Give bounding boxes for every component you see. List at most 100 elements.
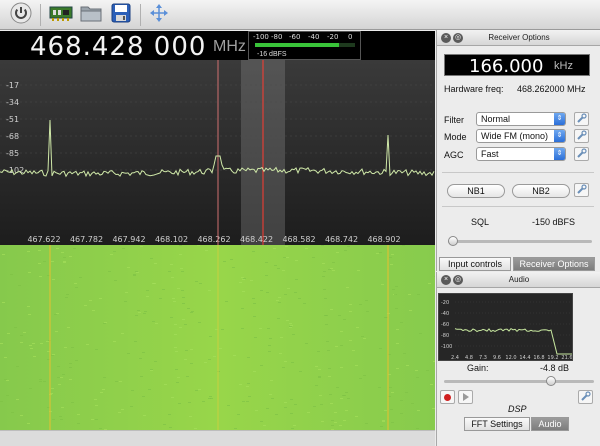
waterfall-noise-speck bbox=[336, 387, 339, 388]
waterfall-noise-speck bbox=[430, 384, 433, 385]
waterfall-noise-speck bbox=[381, 284, 384, 285]
nb1-button[interactable]: NB1 bbox=[447, 184, 505, 198]
spectrum-y-tick-label: -34 bbox=[6, 98, 19, 107]
tab-audio[interactable]: Audio bbox=[531, 417, 569, 431]
waterfall-noise-speck bbox=[345, 410, 348, 411]
waterfall-noise-speck bbox=[239, 384, 242, 385]
waterfall-canvas[interactable] bbox=[0, 245, 435, 430]
waterfall-noise-speck bbox=[121, 333, 124, 334]
waterfall-noise-speck bbox=[276, 300, 279, 301]
waterfall-noise-speck bbox=[134, 341, 137, 342]
waterfall-noise-speck bbox=[340, 398, 343, 399]
waterfall-noise-speck bbox=[340, 367, 343, 368]
waterfall-noise-speck bbox=[133, 275, 136, 276]
waterfall-noise-speck bbox=[29, 345, 32, 346]
waterfall-noise-speck bbox=[382, 421, 385, 422]
spectrum-x-tick-label: 468.422 bbox=[240, 235, 273, 244]
frequency-digits[interactable]: 468.428 000 bbox=[30, 32, 206, 62]
mode-select[interactable]: Wide FM (mono) ⇕ bbox=[476, 129, 566, 143]
waterfall-noise-speck bbox=[402, 245, 405, 246]
waterfall-noise-speck bbox=[190, 363, 193, 364]
waterfall-noise-speck bbox=[27, 306, 30, 307]
waterfall-noise-speck bbox=[291, 428, 294, 429]
waterfall-noise-speck bbox=[219, 348, 222, 349]
waterfall-noise-speck bbox=[118, 412, 121, 413]
record-button[interactable] bbox=[440, 390, 455, 404]
open-button[interactable] bbox=[78, 2, 104, 28]
waterfall-noise-speck bbox=[209, 396, 212, 397]
power-button[interactable] bbox=[8, 2, 34, 28]
bottom-tab-bar: FFT Settings Audio bbox=[464, 417, 570, 431]
frequency-display[interactable]: 468.428 000 MHz bbox=[0, 31, 435, 62]
tab-fft-settings[interactable]: FFT Settings bbox=[464, 417, 530, 431]
waterfall-noise-speck bbox=[433, 361, 435, 362]
audio-x-tick-label: 19.2 bbox=[547, 355, 558, 361]
agc-options-button[interactable] bbox=[574, 147, 589, 161]
waterfall-noise-speck bbox=[140, 246, 143, 247]
waterfall-noise-speck bbox=[61, 407, 64, 408]
sql-slider-knob[interactable] bbox=[448, 236, 458, 246]
spectrum-x-tick-label: 468.102 bbox=[155, 235, 188, 244]
save-button[interactable] bbox=[108, 2, 134, 28]
mode-options-button[interactable] bbox=[574, 129, 589, 143]
filter-options-button[interactable] bbox=[574, 112, 589, 126]
play-button[interactable] bbox=[458, 390, 473, 404]
waterfall-noise-speck bbox=[280, 337, 283, 338]
waterfall-noise-speck bbox=[0, 401, 3, 402]
spectrum-y-tick-label: -85 bbox=[6, 149, 19, 158]
offset-display[interactable]: 166.000 kHz bbox=[444, 54, 590, 77]
sql-slider-track[interactable] bbox=[448, 240, 592, 243]
waterfall-noise-speck bbox=[184, 324, 187, 325]
wrench-icon bbox=[576, 110, 587, 128]
waterfall-noise-speck bbox=[113, 341, 116, 342]
tab-receiver-options[interactable]: Receiver Options bbox=[513, 257, 595, 271]
nb-options-button[interactable] bbox=[574, 183, 589, 197]
waterfall-noise-speck bbox=[331, 420, 334, 421]
waterfall-noise-speck bbox=[384, 410, 387, 411]
spectrum-plot[interactable]: -17 -34 -51 -68 -85 -102 467.622 467.782 467.94… bbox=[0, 60, 435, 245]
waterfall-noise-speck bbox=[198, 322, 201, 323]
waterfall-noise-speck bbox=[168, 271, 171, 272]
waterfall-noise-speck bbox=[143, 313, 146, 314]
waterfall-noise-speck bbox=[241, 328, 244, 329]
waterfall-noise-speck bbox=[20, 335, 23, 336]
audio-x-tick-label: 14.4 bbox=[519, 355, 530, 361]
waterfall-noise-speck bbox=[274, 265, 277, 266]
waterfall-noise-speck bbox=[100, 392, 103, 393]
waterfall-noise-speck bbox=[179, 245, 182, 246]
waterfall-noise-speck bbox=[95, 405, 98, 406]
hardware-button[interactable] bbox=[48, 2, 74, 28]
waterfall-noise-speck bbox=[242, 291, 245, 292]
waterfall-noise-speck bbox=[225, 301, 228, 302]
divider bbox=[442, 172, 594, 173]
waterfall-noise-speck bbox=[287, 288, 290, 289]
tab-input-controls[interactable]: Input controls bbox=[439, 257, 511, 271]
waterfall-noise-speck bbox=[246, 386, 249, 387]
waterfall-noise-speck bbox=[416, 377, 419, 378]
waterfall-noise-speck bbox=[271, 398, 274, 399]
waterfall-noise-speck bbox=[361, 336, 364, 337]
waterfall-noise-speck bbox=[189, 416, 192, 417]
waterfall-noise-speck bbox=[325, 324, 328, 325]
nb2-button[interactable]: NB2 bbox=[512, 184, 570, 198]
waterfall-display[interactable] bbox=[0, 245, 435, 430]
waterfall-noise-speck bbox=[63, 257, 66, 258]
waterfall-noise-speck bbox=[40, 343, 43, 344]
move-button[interactable] bbox=[146, 2, 172, 28]
gain-slider-track[interactable] bbox=[444, 380, 594, 383]
waterfall-noise-speck bbox=[242, 401, 245, 402]
spectrum-canvas[interactable]: -17-34-51-68-85-102 467.622 467.782 467.94… bbox=[0, 60, 435, 245]
filter-select[interactable]: Normal ⇕ bbox=[476, 112, 566, 126]
waterfall-noise-speck bbox=[121, 409, 124, 410]
waterfall-noise-speck bbox=[178, 403, 181, 404]
waterfall-noise-speck bbox=[291, 362, 294, 363]
agc-select[interactable]: Fast ⇕ bbox=[476, 147, 566, 161]
waterfall-noise-speck bbox=[379, 252, 382, 253]
audio-options-button[interactable] bbox=[578, 390, 593, 404]
offset-value[interactable]: 166.000 bbox=[469, 56, 543, 77]
waterfall-noise-speck bbox=[409, 310, 412, 311]
waterfall-noise-speck bbox=[284, 294, 287, 295]
waterfall-noise-speck bbox=[391, 392, 394, 393]
waterfall-noise-speck bbox=[365, 300, 368, 301]
hardware-freq-label: Hardware freq: bbox=[444, 84, 504, 94]
